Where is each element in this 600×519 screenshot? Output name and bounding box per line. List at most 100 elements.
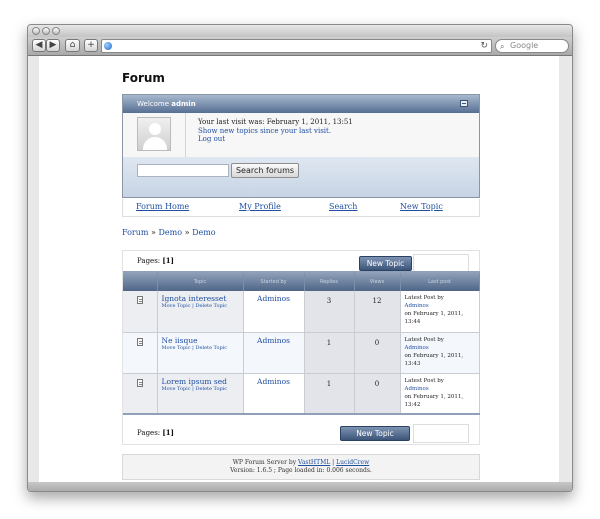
- move-topic-link[interactable]: Move Topic: [162, 303, 191, 309]
- last-post-user-link[interactable]: Adminos: [405, 345, 429, 351]
- topic-actions: Move Topic | Delete Topic: [161, 344, 228, 351]
- close-window-icon[interactable]: [32, 27, 40, 35]
- last-post-cell: Latest Post by Adminos on February 1, 20…: [400, 373, 480, 415]
- move-topic-link[interactable]: Move Topic: [162, 345, 191, 351]
- table-row: Lorem ipsum sed Move Topic | Delete Topi…: [123, 373, 480, 415]
- back-icon[interactable]: ◀: [32, 39, 46, 52]
- new-topic-button-bottom[interactable]: New Topic: [340, 426, 410, 441]
- last-post-date: on February 1, 2011, 13:43: [404, 352, 464, 367]
- avatar-body-shape: [143, 137, 167, 150]
- logout-link[interactable]: Log out: [198, 135, 353, 144]
- lucidcrew-link[interactable]: LucidCrew: [336, 459, 369, 466]
- welcome-panel: Welcome admin Your last visit was: Febru…: [122, 94, 480, 198]
- last-post-date: on February 1, 2011, 13:44: [404, 311, 464, 325]
- current-page-link[interactable]: [1]: [162, 428, 174, 437]
- table-row: Ne iisque Move Topic | Delete Topic Admi…: [123, 332, 480, 374]
- breadcrumb: Forum » Demo » Demo: [122, 228, 216, 237]
- forum-nav: Forum Home My Profile Search New Topic: [122, 199, 480, 217]
- col-header-views: Views: [354, 272, 401, 291]
- address-bar[interactable]: ↻: [101, 39, 492, 53]
- col-header-icon: [123, 272, 158, 291]
- avatar: [137, 117, 171, 151]
- topic-list-box: Pages: [1] New Topic Topic Started by Re…: [122, 250, 480, 445]
- topic-title-link[interactable]: Ignota interesset: [162, 294, 227, 303]
- pagination-top: Pages: [1]: [137, 256, 174, 265]
- window-controls: [32, 27, 60, 35]
- topic-actions: Move Topic | Delete Topic: [161, 303, 228, 309]
- nav-forum-home[interactable]: Forum Home: [136, 199, 189, 215]
- last-post-user-link[interactable]: Adminos: [405, 303, 429, 309]
- last-post-label: Latest Post by: [404, 295, 444, 301]
- add-bookmark-icon[interactable]: +: [84, 39, 98, 52]
- current-page-link[interactable]: [1]: [162, 256, 174, 265]
- col-header-topic: Topic: [157, 272, 244, 291]
- browser-window: ◀ ▶ ⌂ + ↻ ⌕ Google Forum Welcome admin Y…: [27, 24, 573, 492]
- vasthtml-link[interactable]: VastHTML: [298, 459, 330, 466]
- pages-label: Pages:: [137, 257, 161, 265]
- breadcrumb-separator: »: [184, 228, 190, 237]
- reload-icon[interactable]: ↻: [480, 40, 488, 52]
- starter-cell: Adminos: [243, 332, 305, 374]
- avatar-head-shape: [149, 123, 161, 135]
- replies-cell: 1: [304, 332, 355, 374]
- table-row: Ignota interesset Move Topic | Delete To…: [123, 291, 480, 333]
- forward-icon[interactable]: ▶: [46, 39, 60, 52]
- topic-title-link[interactable]: Ne iisque: [162, 336, 198, 345]
- search-forums-button[interactable]: Search forums: [231, 163, 299, 178]
- left-margin: [28, 56, 39, 482]
- new-topic-button-top[interactable]: New Topic: [359, 256, 412, 271]
- footer-version: Version: 1.6.5 ; Page loaded in: 0.006 s…: [230, 467, 372, 474]
- new-topics-link[interactable]: Show new topics since your last visit.: [198, 127, 353, 136]
- minimize-window-icon[interactable]: [42, 27, 50, 35]
- browser-search-placeholder: Google: [510, 41, 539, 50]
- topic-title-link[interactable]: Lorem ipsum sed: [162, 377, 227, 386]
- col-header-replies: Replies: [304, 272, 355, 291]
- pages-label: Pages:: [137, 429, 161, 437]
- topic-document-icon: [136, 296, 143, 304]
- browser-search-input[interactable]: ⌕ Google: [495, 39, 569, 53]
- topic-icon-cell: [123, 373, 158, 415]
- topics-table: Topic Started by Replies Views Last post…: [123, 271, 480, 415]
- starter-cell: Adminos: [243, 373, 305, 415]
- starter-link[interactable]: Adminos: [257, 377, 290, 386]
- delete-topic-link[interactable]: Delete Topic: [195, 345, 227, 351]
- delete-topic-link[interactable]: Delete Topic: [195, 386, 227, 392]
- pagination-bottom: Pages: [1]: [137, 428, 174, 437]
- topic-cell: Lorem ipsum sed Move Topic | Delete Topi…: [157, 373, 244, 415]
- last-post-label: Latest Post by: [404, 336, 444, 343]
- breadcrumb-category[interactable]: Demo: [159, 228, 183, 237]
- topic-cell: Ignota interesset Move Topic | Delete To…: [157, 291, 244, 333]
- topic-icon-cell: [123, 291, 158, 333]
- breadcrumb-forum[interactable]: Forum: [122, 228, 149, 237]
- last-post-label: Latest Post by: [404, 377, 444, 384]
- welcome-username: admin: [171, 100, 196, 108]
- topic-icon-cell: [123, 332, 158, 374]
- replies-cell: 3: [304, 291, 355, 333]
- breadcrumb-forum-current[interactable]: Demo: [192, 228, 216, 237]
- views-cell: 12: [354, 291, 401, 333]
- last-post-cell: Latest Post by Adminos on February 1, 20…: [400, 291, 480, 333]
- forum-search-bar: Search forums: [123, 157, 479, 197]
- home-icon[interactable]: ⌂: [65, 39, 80, 52]
- starter-cell: Adminos: [243, 291, 305, 333]
- col-header-started-by: Started by: [243, 272, 305, 291]
- page-viewport[interactable]: Forum Welcome admin Your last visit was:…: [28, 56, 572, 482]
- status-bar: [28, 482, 572, 491]
- forum-search-input[interactable]: [137, 164, 229, 177]
- welcome-prefix: Welcome: [137, 100, 170, 108]
- welcome-divider: [185, 113, 186, 157]
- last-post-user-link[interactable]: Adminos: [405, 386, 429, 392]
- collapse-icon[interactable]: [460, 100, 468, 107]
- nav-new-topic[interactable]: New Topic: [400, 199, 443, 215]
- col-header-last-post: Last post: [400, 272, 480, 291]
- starter-link[interactable]: Adminos: [257, 336, 290, 345]
- starter-link[interactable]: Adminos: [257, 294, 290, 303]
- delete-topic-link[interactable]: Delete Topic: [195, 303, 227, 309]
- welcome-text: Your last visit was: February 1, 2011, 1…: [198, 118, 353, 144]
- move-topic-link[interactable]: Move Topic: [162, 386, 191, 392]
- footer-prefix: WP Forum Server by: [232, 459, 297, 466]
- new-topic-button-frame: [413, 424, 469, 443]
- nav-search[interactable]: Search: [329, 199, 357, 215]
- nav-my-profile[interactable]: My Profile: [239, 199, 281, 215]
- zoom-window-icon[interactable]: [52, 27, 60, 35]
